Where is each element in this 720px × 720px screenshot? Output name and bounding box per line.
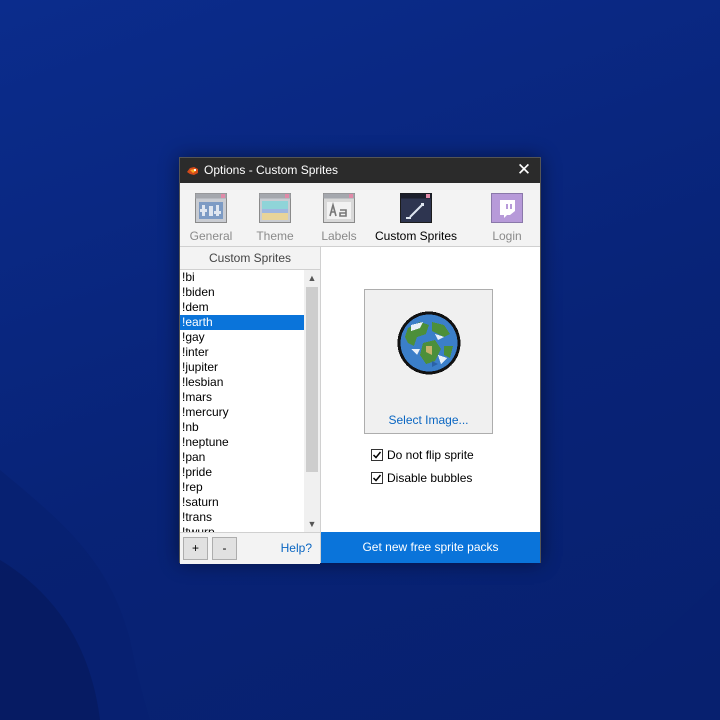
list-item[interactable]: !pride	[180, 465, 304, 480]
get-sprite-packs-button[interactable]: Get new free sprite packs	[321, 532, 540, 563]
sprites-list-panel: Custom Sprites !bi !biden !dem !earth !gay !i…	[180, 247, 321, 564]
list-item[interactable]: !dem	[180, 300, 304, 315]
list-item[interactable]: !nb	[180, 420, 304, 435]
scroll-thumb[interactable]	[306, 287, 318, 472]
tab-login-label: Login	[492, 229, 522, 243]
do-not-flip-label: Do not flip sprite	[387, 448, 474, 462]
tab-theme[interactable]: Theme	[246, 183, 304, 246]
tab-theme-label: Theme	[256, 229, 294, 243]
options-toolbar: General Theme Labels Custom Sprites Logi…	[180, 183, 540, 247]
title-bar[interactable]: Options - Custom Sprites ✕	[180, 158, 540, 183]
list-item[interactable]: !trans	[180, 510, 304, 525]
tab-general-label: General	[189, 229, 233, 243]
check-icon	[372, 451, 382, 459]
sprite-list[interactable]: !bi !biden !dem !earth !gay !inter !jupiter !le…	[180, 270, 304, 532]
list-header: Custom Sprites	[180, 247, 320, 270]
list-actions-bar: + - Help?	[180, 532, 320, 564]
list-item[interactable]: !twurp	[180, 525, 304, 532]
list-item[interactable]: !mercury	[180, 405, 304, 420]
list-item[interactable]: !saturn	[180, 495, 304, 510]
list-item[interactable]: !earth	[180, 315, 304, 330]
list-item[interactable]: !neptune	[180, 435, 304, 450]
options-window: Options - Custom Sprites ✕ General Theme…	[179, 157, 541, 564]
tab-custom-sprites-label: Custom Sprites	[374, 229, 458, 243]
tab-login[interactable]: Login	[478, 183, 536, 246]
help-link[interactable]: Help?	[281, 541, 312, 555]
tab-labels-label: Labels	[321, 229, 357, 243]
sprite-settings-panel: Select Image... Do not flip sprite Disab…	[321, 247, 540, 563]
do-not-flip-checkbox[interactable]	[371, 448, 383, 461]
list-item[interactable]: !lesbian	[180, 375, 304, 390]
app-icon	[185, 163, 200, 178]
window-title: Options - Custom Sprites	[204, 163, 339, 177]
disable-bubbles-option[interactable]: Disable bubbles	[371, 471, 472, 487]
list-item[interactable]: !gay	[180, 330, 304, 345]
theme-icon	[259, 193, 291, 223]
list-scrollbar[interactable]: ▲ ▼	[304, 270, 320, 532]
remove-sprite-button[interactable]: -	[212, 537, 237, 560]
tab-custom-sprites[interactable]: Custom Sprites	[373, 183, 459, 246]
select-image-link[interactable]: Select Image...	[365, 413, 492, 427]
close-button[interactable]: ✕	[508, 158, 540, 183]
labels-icon	[323, 193, 355, 223]
custom-sprites-icon	[400, 193, 432, 223]
tab-labels[interactable]: Labels	[310, 183, 368, 246]
check-icon	[372, 474, 382, 482]
add-sprite-button[interactable]: +	[183, 537, 208, 560]
list-item[interactable]: !bi	[180, 270, 304, 285]
disable-bubbles-checkbox[interactable]	[371, 471, 383, 484]
list-item[interactable]: !inter	[180, 345, 304, 360]
list-item[interactable]: !biden	[180, 285, 304, 300]
do-not-flip-option[interactable]: Do not flip sprite	[371, 448, 474, 464]
twitch-icon	[491, 193, 523, 223]
list-item[interactable]: !jupiter	[180, 360, 304, 375]
list-item[interactable]: !pan	[180, 450, 304, 465]
list-item[interactable]: !mars	[180, 390, 304, 405]
general-icon	[195, 193, 227, 223]
scroll-up-arrow-icon[interactable]: ▲	[304, 270, 320, 286]
tab-general[interactable]: General	[182, 183, 240, 246]
disable-bubbles-label: Disable bubbles	[387, 471, 473, 485]
list-item[interactable]: !rep	[180, 480, 304, 495]
earth-sprite-image	[397, 311, 461, 375]
sprite-preview-box[interactable]: Select Image...	[364, 289, 493, 434]
scroll-down-arrow-icon[interactable]: ▼	[304, 516, 320, 532]
